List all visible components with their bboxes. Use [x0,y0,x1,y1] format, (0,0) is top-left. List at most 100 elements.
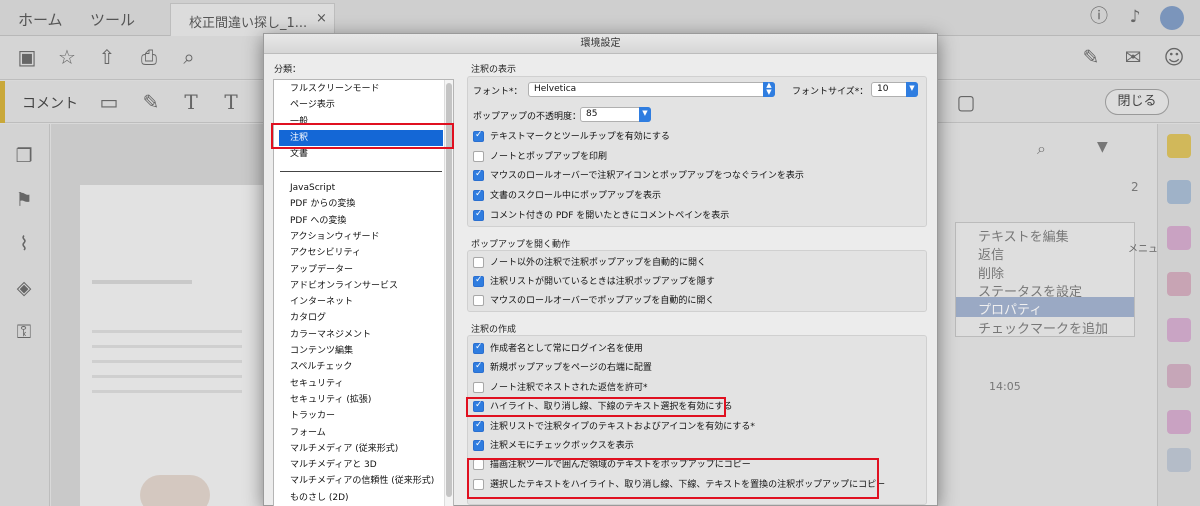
category-item[interactable]: マルチメディアの信頼性 (従来形式) [290,474,434,488]
checkbox-label: 注釈リストで注釈タイプのテキストおよびアイコンを有効にする* [490,421,755,432]
close-comment-button[interactable]: 閉じる [1105,89,1169,115]
font-select[interactable]: Helvetica ▲ ▼ [528,82,775,97]
category-item[interactable]: PDF からの変換 [290,197,355,211]
layers-icon[interactable]: ◈ [12,276,36,300]
document-page [80,185,270,506]
category-item[interactable]: カラーマネジメント [290,328,371,342]
create-pdf-icon[interactable] [1167,272,1191,296]
context-menu-item[interactable]: チェックマークを追加 [978,318,1108,337]
context-menu-item[interactable]: プロパティ [978,299,1042,318]
star-icon[interactable]: ☆ [56,46,78,68]
category-item[interactable]: トラッカー [290,409,335,423]
checkbox-unchecked[interactable] [473,459,484,471]
tab-document[interactable]: 校正間違い探し_1... × [170,3,335,36]
category-item[interactable]: 文書 [290,147,308,161]
checkbox-checked[interactable] [473,189,484,202]
app-tab-bar: ホーム ツール 校正間違い探し_1... × ⓘ ♪ [0,0,1200,36]
category-item[interactable]: インターネット [290,295,353,309]
highlight-pen-icon[interactable]: ✎ [140,91,162,113]
category-item[interactable]: アドビオンラインサービス [290,279,398,293]
category-item[interactable]: JavaScript [290,181,335,195]
category-list[interactable]: フルスクリーンモード ページ表示 一般 注釈 文書 JavaScript PDF … [273,79,454,506]
pages-icon[interactable]: ❐ [12,144,36,168]
category-item[interactable]: アップデーター [290,263,353,277]
chevron-updown-icon: ▲ ▼ [763,82,775,97]
search-icon[interactable]: ⌕ [178,46,200,68]
checkbox-checked[interactable] [473,439,484,451]
bell-icon[interactable]: ♪ [1124,6,1146,28]
category-item[interactable]: カタログ [290,311,326,325]
right-tools-rail [1157,124,1200,506]
attachment-icon[interactable]: ⌇ [12,232,36,256]
forms-icon[interactable] [1167,364,1191,388]
comment-tool-icon[interactable] [1167,134,1191,158]
tab-home[interactable]: ホーム [18,9,63,30]
checkbox-checked[interactable] [473,169,484,182]
category-item[interactable]: アクセシビリティ [290,246,361,260]
sticky-note-icon[interactable]: ▭ [98,91,120,113]
more-tools-icon[interactable] [1167,448,1191,472]
checkbox-unchecked[interactable] [473,295,484,306]
category-item[interactable]: スペルチェック [290,360,352,374]
help-icon[interactable]: ⓘ [1088,6,1110,28]
lock-info-icon[interactable]: ⚿ [12,320,36,344]
category-item[interactable]: PDF への変換 [290,214,346,228]
stamp-icon[interactable]: ▢ [955,91,977,113]
checkbox-checked[interactable] [473,275,484,287]
category-item[interactable]: フルスクリーンモード [290,82,380,96]
checkbox-checked[interactable] [473,209,484,221]
context-menu-item[interactable]: 返信 [978,244,1004,263]
checkbox-label: テキストマークとツールチップを有効にする [490,132,670,142]
category-item[interactable]: セキュリティ [290,377,343,391]
filter-icon[interactable]: ▼ [1097,139,1108,155]
category-item[interactable]: コンテンツ編集 [290,344,353,358]
checkbox-checked[interactable] [473,420,484,432]
checkbox-checked[interactable] [473,342,484,354]
avatar[interactable] [1160,6,1184,30]
category-item[interactable]: 一般 [290,115,308,129]
checkbox-label: 注釈メモにチェックボックスを表示 [490,441,634,451]
context-menu-item[interactable]: ステータスを設定 [978,281,1082,300]
opacity-select[interactable]: 85 ▼ [580,107,651,122]
organize-pages-icon[interactable] [1167,318,1191,342]
chevron-down-icon: ▼ [639,107,651,122]
checkbox-unchecked[interactable] [473,150,484,162]
comment-toolbar-label: コメント [22,96,78,112]
category-item[interactable]: フォーム [290,426,326,440]
context-menu-item[interactable]: テキストを編集 [978,226,1069,245]
category-item[interactable]: マルチメディアと 3D [290,458,377,472]
print-icon[interactable]: ⎙ [138,46,160,68]
tab-tools[interactable]: ツール [90,9,135,30]
category-item[interactable]: マルチメディア (従来形式) [290,442,398,456]
context-menu-item[interactable]: 削除 [978,263,1004,282]
category-item[interactable]: ページ表示 [290,98,335,112]
category-item[interactable]: ものさし (2D) [290,491,349,505]
close-tab-icon[interactable]: × [316,11,327,26]
checkbox-unchecked[interactable] [473,381,484,393]
preferences-dialog: 環境設定 分類： フルスクリーンモード ページ表示 一般 注釈 文書 JavaS… [263,33,938,506]
share-user-icon[interactable]: ☺ [1163,46,1185,68]
font-size-select[interactable]: 10 ▼ [871,82,918,97]
category-scroll-thumb[interactable] [446,83,452,497]
text-icon[interactable]: T [180,91,202,113]
search-comments-icon[interactable]: ⌕ [1037,139,1046,159]
text-strike-icon[interactable]: T [220,91,242,113]
checkbox-unchecked[interactable] [473,478,484,490]
bookmark-icon[interactable]: ⚑ [12,188,36,212]
protect-icon[interactable] [1167,410,1191,434]
checkbox-checked[interactable] [473,361,484,374]
mail-icon[interactable]: ✉ [1122,46,1144,68]
checkbox-label: 文書のスクロール中にポップアップを表示 [490,191,662,202]
category-item[interactable]: アクションウィザード [290,230,380,244]
edit-pdf-icon[interactable] [1167,226,1191,250]
checkbox-checked[interactable] [473,130,484,142]
upload-icon[interactable]: ⇧ [96,46,118,68]
category-item-selected[interactable]: 注釈 [290,131,308,145]
checkbox-unchecked[interactable] [473,257,484,268]
save-icon[interactable]: ▣ [16,46,38,68]
category-item[interactable]: セキュリティ (拡張) [290,393,371,407]
export-pdf-icon[interactable] [1167,180,1191,204]
checkbox-label: ノート以外の注釈で注釈ポップアップを自動的に開く [490,258,707,268]
sign-icon[interactable]: ✎ [1080,46,1102,68]
checkbox-checked[interactable] [473,400,484,413]
